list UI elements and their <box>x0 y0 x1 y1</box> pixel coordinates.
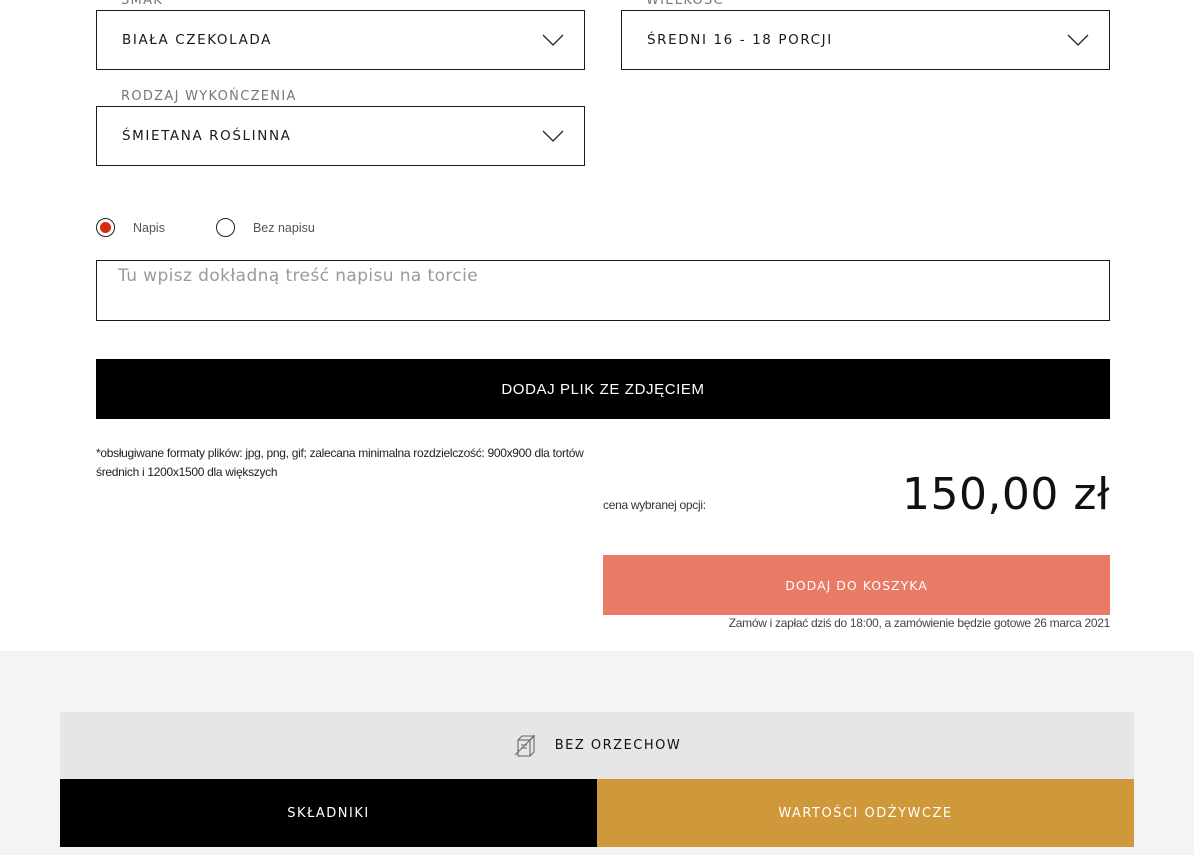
flavor-value: BIAŁA CZEKOLADA <box>122 32 272 48</box>
radio-no-inscription-label: Bez napisu <box>252 220 315 235</box>
price-value: 150,00 zł <box>901 469 1110 520</box>
inscription-text-input[interactable] <box>96 260 1110 321</box>
finish-label: RODZAJ WYKOŃCZENIA <box>121 89 297 104</box>
radio-circle-selected[interactable] <box>96 218 115 237</box>
tab-ingredients[interactable]: SKŁADNIKI <box>60 779 597 847</box>
radio-no-inscription[interactable]: Bez napisu <box>215 218 315 237</box>
size-label: WIELKOŚĆ <box>646 0 724 8</box>
finish-select[interactable]: ŚMIETANA ROŚLINNA <box>96 106 585 166</box>
nut-free-icon <box>514 734 535 757</box>
tab-nutrition-values[interactable]: WARTOŚCI ODŻYWCZE <box>597 779 1134 847</box>
size-select[interactable]: ŚREDNI 16 - 18 PORCJI <box>621 10 1110 70</box>
add-to-cart-button[interactable]: DODAJ DO KOSZYKA <box>603 555 1110 615</box>
flavor-label: SMAK <box>121 0 164 8</box>
radio-dot <box>100 222 111 233</box>
file-formats-note: *obsługiwane formaty plików: jpg, png, g… <box>96 446 584 479</box>
chevron-down-icon <box>542 130 564 142</box>
radio-inscription-label: Napis <box>133 220 165 235</box>
inscription-radio-group: Napis Bez napisu <box>96 218 315 237</box>
radio-circle[interactable] <box>215 218 235 237</box>
chevron-down-icon <box>542 34 564 46</box>
finish-value: ŚMIETANA ROŚLINNA <box>122 128 292 144</box>
order-deadline-note: Zamów i zapłać dziś do 18:00, a zamówien… <box>728 616 1111 630</box>
upload-photo-button[interactable]: DODAJ PLIK ZE ZDJĘCIEM <box>96 359 1110 419</box>
allergen-bar: BEZ ORZECHOW <box>60 712 1134 779</box>
size-value: ŚREDNI 16 - 18 PORCJI <box>647 32 833 48</box>
flavor-select[interactable]: BIAŁA CZEKOLADA <box>96 10 585 70</box>
radio-inscription[interactable]: Napis <box>96 218 165 237</box>
allergen-label: BEZ ORZECHOW <box>554 738 682 753</box>
price-label: cena wybranej opcji: <box>603 498 706 512</box>
chevron-down-icon <box>1067 34 1089 46</box>
